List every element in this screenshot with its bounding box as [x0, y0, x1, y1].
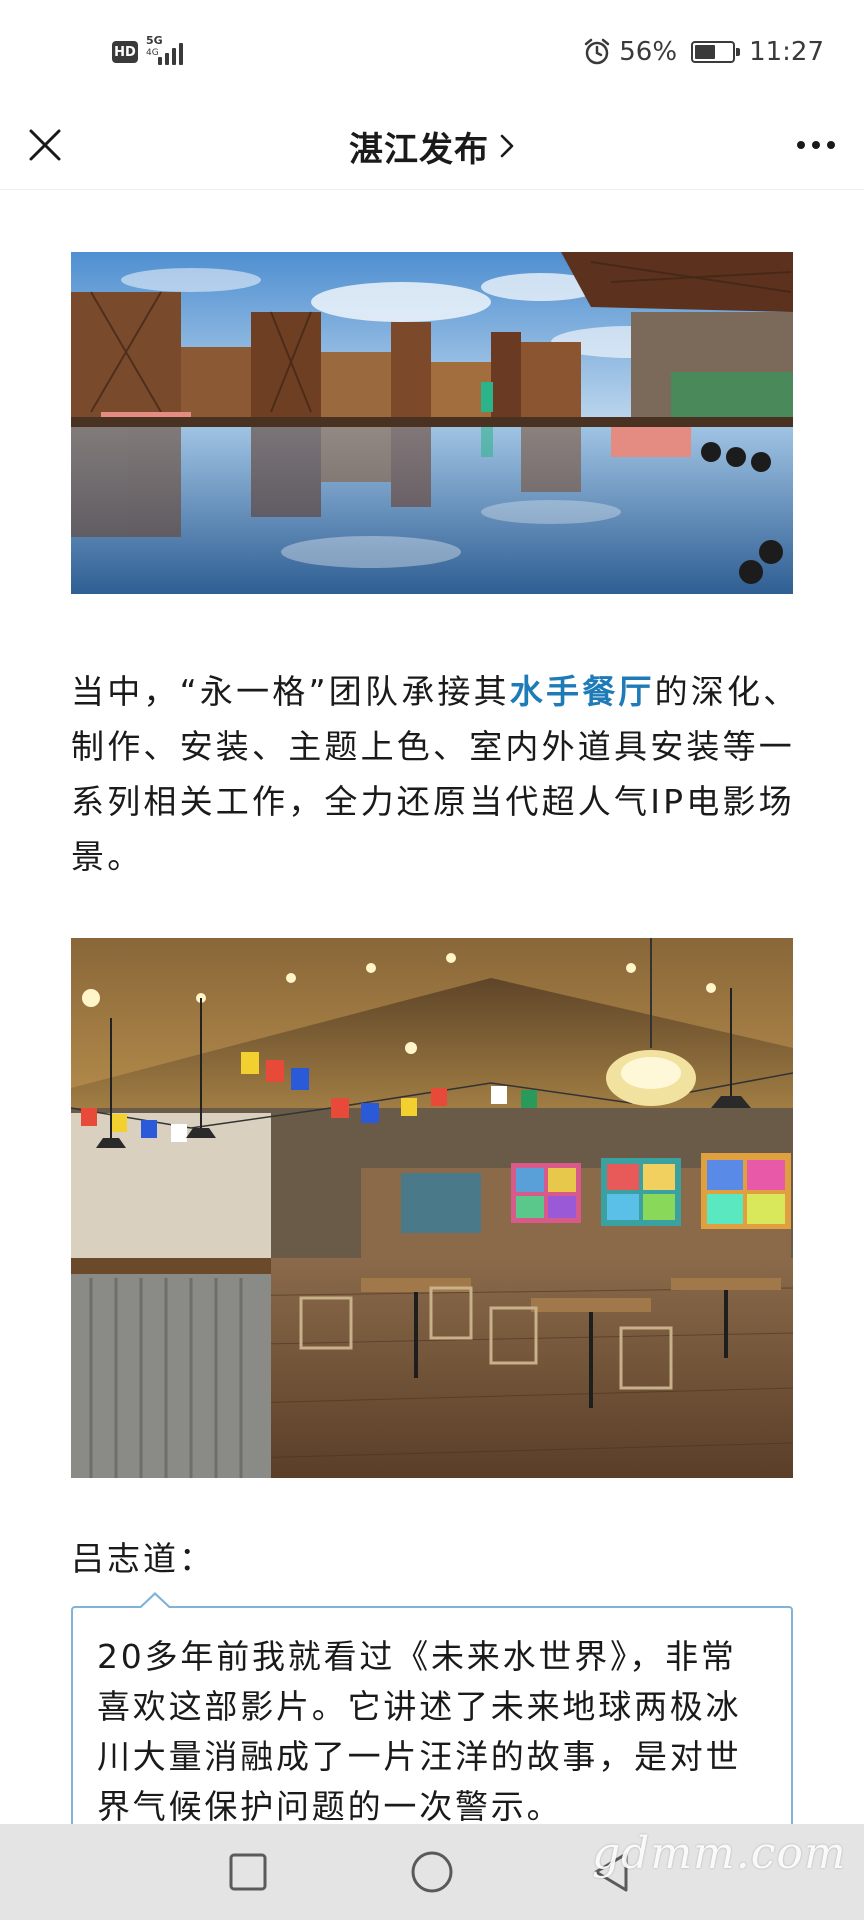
home-icon	[411, 1851, 453, 1893]
status-bar: HD 5G 4G 56% 11:27	[0, 0, 864, 104]
battery-percent: 56%	[619, 37, 678, 67]
quote-notch	[138, 1592, 172, 1609]
status-right: 56% 11:27	[583, 34, 824, 70]
network-sub-label: 4G	[146, 48, 159, 58]
more-button[interactable]	[788, 120, 844, 170]
watermark: gdmm.com	[592, 1828, 847, 1879]
paragraph-text-before: 当中，“永一格”团队承接其	[71, 672, 510, 711]
highlight-sailor-restaurant: 水手餐厅	[509, 672, 655, 711]
alarm-icon	[585, 38, 610, 65]
more-icon-dot	[797, 141, 805, 149]
status-left: HD 5G 4G	[112, 35, 192, 68]
recent-apps-icon	[229, 1853, 267, 1891]
quote-text: 20多年前我就看过《未来水世界》，非常喜欢这部影片。它讲述了未来地球两极冰川大量…	[97, 1637, 742, 1826]
home-button[interactable]	[408, 1848, 456, 1896]
account-title-link[interactable]: 湛江发布	[0, 118, 864, 174]
recent-apps-button[interactable]	[224, 1848, 272, 1896]
article-image-sailor-restaurant[interactable]	[71, 938, 793, 1478]
more-icon-dot	[827, 141, 835, 149]
nav-bar: 湛江发布	[0, 104, 864, 190]
article-paragraph: 当中，“永一格”团队承接其水手餐厅的深化、制作、安装、主题上色、室内外道具安装等…	[71, 664, 801, 884]
more-icon-dot	[812, 141, 820, 149]
chevron-right-icon	[500, 134, 514, 158]
speaker-name: 吕志道：	[71, 1539, 215, 1578]
clock: 11:27	[749, 37, 824, 67]
article-image-waterworld-set[interactable]	[71, 252, 793, 594]
battery-icon	[691, 41, 741, 63]
nav-title: 湛江发布	[349, 129, 489, 170]
battery-fill	[695, 45, 716, 59]
signal-icon: 5G 4G	[146, 35, 192, 67]
hd-badge: HD	[112, 41, 138, 63]
